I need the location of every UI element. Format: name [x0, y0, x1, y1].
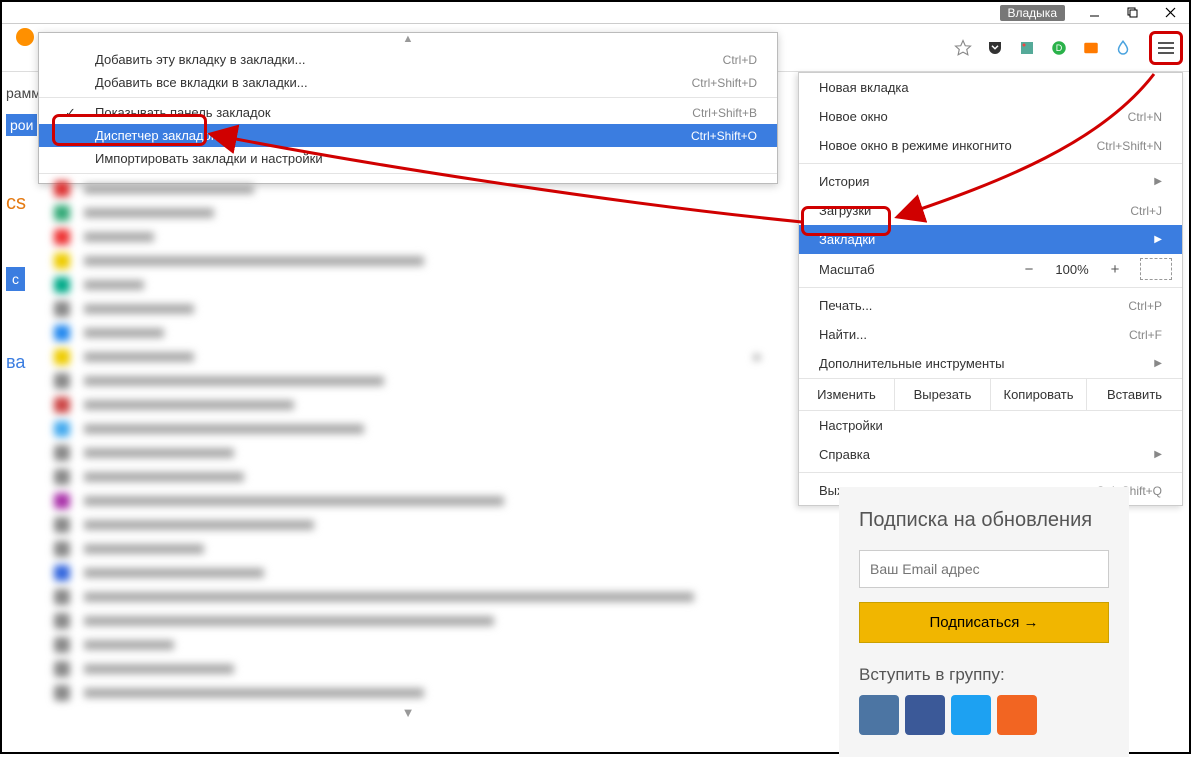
extension-badge-icon[interactable] [1077, 34, 1105, 62]
menu-more-tools[interactable]: Дополнительные инструменты▶ [799, 349, 1182, 378]
chevron-right-icon: ▶ [1154, 449, 1162, 460]
menu-cut[interactable]: Вырезать [895, 379, 991, 410]
submenu-import[interactable]: Импортировать закладки и настройки [39, 147, 777, 170]
twitter-icon[interactable] [951, 695, 991, 735]
list-item[interactable] [38, 321, 778, 345]
facebook-icon[interactable] [905, 695, 945, 735]
clipped-text: рои [6, 114, 37, 136]
list-item[interactable]: ▶ [38, 345, 778, 369]
list-item[interactable] [38, 489, 778, 513]
list-item[interactable] [38, 537, 778, 561]
menu-help[interactable]: Справка▶ [799, 440, 1182, 469]
list-item[interactable] [38, 393, 778, 417]
page-favicon [16, 28, 34, 46]
menu-edit-row: Изменить Вырезать Копировать Вставить [799, 378, 1182, 411]
clipped-text: ва [6, 352, 25, 373]
submenu-show-bar[interactable]: ✓Показывать панель закладокCtrl+Shift+B [39, 101, 777, 124]
menu-separator [799, 472, 1182, 473]
window-titlebar: Владыка [2, 2, 1189, 24]
list-item[interactable] [38, 657, 778, 681]
minimize-button[interactable] [1075, 2, 1113, 24]
list-item[interactable] [38, 585, 778, 609]
list-item[interactable] [38, 177, 778, 201]
extension-puzzle-icon[interactable] [1013, 34, 1041, 62]
chevron-right-icon: ▶ [1154, 234, 1162, 245]
list-item[interactable] [38, 417, 778, 441]
list-item[interactable] [38, 465, 778, 489]
close-button[interactable] [1151, 2, 1189, 24]
fullscreen-button[interactable] [1140, 258, 1172, 280]
bookmark-list-blurred: ▶ ▼ [38, 177, 778, 720]
email-field[interactable] [859, 550, 1109, 588]
menu-downloads[interactable]: ЗагрузкиCtrl+J [799, 196, 1182, 225]
svg-text:D: D [1056, 43, 1063, 53]
menu-new-window[interactable]: Новое окноCtrl+N [799, 102, 1182, 131]
star-icon[interactable] [949, 34, 977, 62]
menu-find[interactable]: Найти...Ctrl+F [799, 320, 1182, 349]
list-item[interactable] [38, 441, 778, 465]
menu-copy[interactable]: Копировать [991, 379, 1087, 410]
pocket-icon[interactable] [981, 34, 1009, 62]
user-tag: Владыка [1000, 5, 1066, 21]
clipped-text: cs [6, 192, 26, 215]
list-item[interactable] [38, 609, 778, 633]
menu-edit-label: Изменить [799, 379, 895, 410]
menu-separator [799, 287, 1182, 288]
menu-separator [39, 173, 777, 174]
clipped-text: с [6, 267, 25, 291]
chevron-right-icon: ▶ [1154, 358, 1162, 369]
scroll-up-icon[interactable]: ▲ [39, 33, 777, 48]
bookmarks-submenu: ▲ Добавить эту вкладку в закладки...Ctrl… [38, 32, 778, 184]
vk-icon[interactable] [859, 695, 899, 735]
menu-paste[interactable]: Вставить [1087, 379, 1182, 410]
extension-circle-icon[interactable]: D [1045, 34, 1073, 62]
main-menu-button[interactable] [1149, 31, 1183, 65]
list-item[interactable] [38, 681, 778, 705]
submenu-add-all-tabs[interactable]: Добавить все вкладки в закладки...Ctrl+S… [39, 71, 777, 94]
list-item[interactable] [38, 369, 778, 393]
list-item[interactable] [38, 561, 778, 585]
clipped-text: рамм [6, 85, 41, 101]
list-item[interactable] [38, 201, 778, 225]
menu-bookmarks[interactable]: Закладки▶ [799, 225, 1182, 254]
chevron-right-icon: ▶ [1154, 176, 1162, 187]
submenu-add-this-tab[interactable]: Добавить эту вкладку в закладки...Ctrl+D [39, 48, 777, 71]
menu-print[interactable]: Печать...Ctrl+P [799, 291, 1182, 320]
list-item[interactable] [38, 249, 778, 273]
menu-separator [799, 163, 1182, 164]
list-item[interactable] [38, 633, 778, 657]
check-icon: ✓ [65, 105, 76, 121]
zoom-out-button[interactable]: − [1014, 259, 1044, 280]
rss-icon[interactable] [997, 695, 1037, 735]
extension-drop-icon[interactable] [1109, 34, 1137, 62]
menu-separator [39, 97, 777, 98]
social-icons [859, 695, 1109, 735]
hamburger-icon [1158, 42, 1174, 54]
menu-settings[interactable]: Настройки [799, 411, 1182, 440]
subscribe-button[interactable]: Подписаться → [859, 602, 1109, 643]
list-item[interactable] [38, 225, 778, 249]
maximize-button[interactable] [1113, 2, 1151, 24]
submenu-bookmark-manager[interactable]: Диспетчер закладокCtrl+Shift+O [39, 124, 777, 147]
subscribe-panel: Подписка на обновления Подписаться → Вст… [839, 487, 1129, 757]
menu-history[interactable]: История▶ [799, 167, 1182, 196]
zoom-in-button[interactable]: + [1100, 259, 1130, 280]
main-menu: Новая вкладка Новое окноCtrl+N Новое окн… [798, 72, 1183, 506]
list-item[interactable] [38, 273, 778, 297]
list-item[interactable] [38, 513, 778, 537]
menu-zoom: Масштаб − 100% + [799, 254, 1182, 284]
zoom-value: 100% [1044, 262, 1100, 277]
join-group-label: Вступить в группу: [859, 665, 1109, 685]
list-item[interactable] [38, 297, 778, 321]
scroll-down-icon[interactable]: ▼ [38, 705, 778, 720]
menu-incognito[interactable]: Новое окно в режиме инкогнитоCtrl+Shift+… [799, 131, 1182, 160]
menu-new-tab[interactable]: Новая вкладка [799, 73, 1182, 102]
subscribe-title: Подписка на обновления [859, 509, 1109, 532]
